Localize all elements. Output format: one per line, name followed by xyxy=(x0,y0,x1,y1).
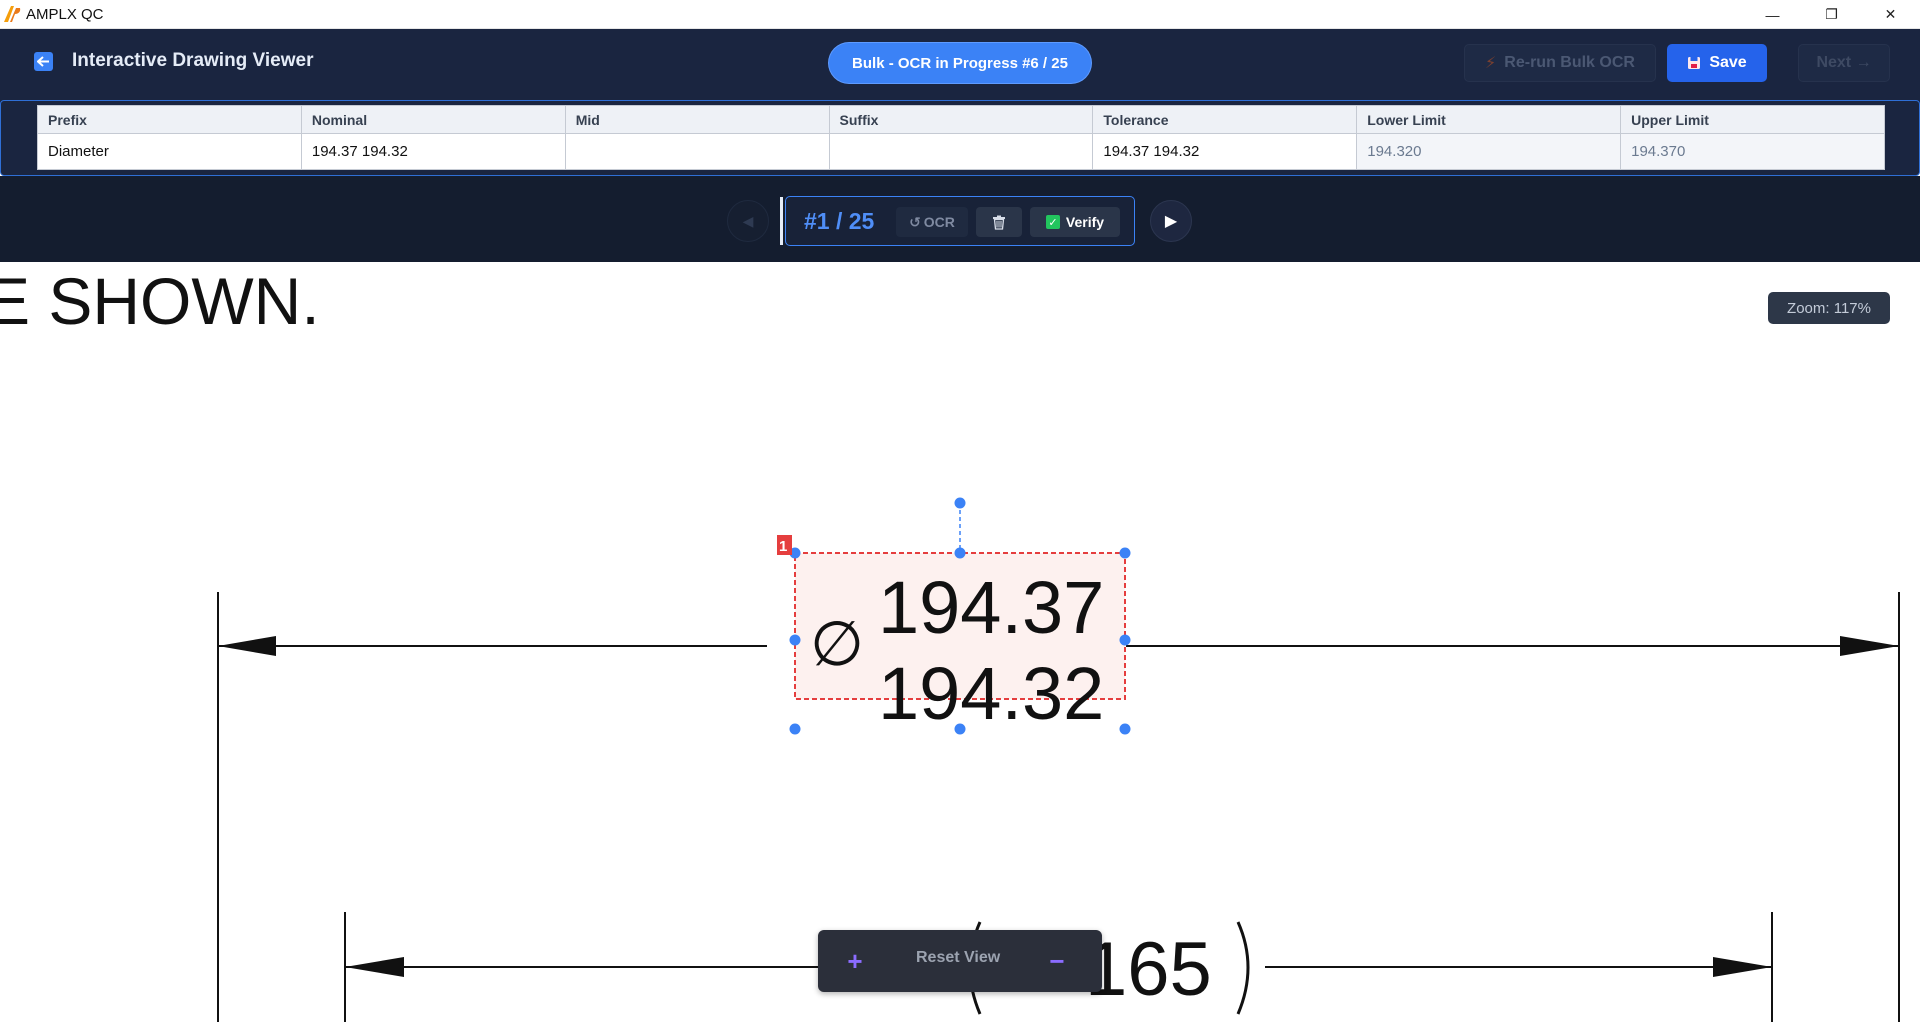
page-title: Interactive Drawing Viewer xyxy=(72,50,314,71)
trash-icon xyxy=(993,215,1005,230)
zoom-toolbar: + Reset View − xyxy=(818,930,1102,992)
ocr-button[interactable]: ↺ OCR xyxy=(896,207,968,237)
prefix-cell[interactable]: Diameter xyxy=(37,133,302,170)
lightning-icon: ⚡ xyxy=(1485,55,1497,72)
rerun-bulk-ocr-button[interactable]: ⚡ Re-run Bulk OCR xyxy=(1464,44,1656,82)
navigator-divider xyxy=(780,197,783,245)
previous-annotation-button[interactable]: ◀ xyxy=(727,200,769,242)
arrowhead-left xyxy=(218,636,276,656)
column-header-mid: Mid xyxy=(564,105,830,134)
column-header-upper-limit: Upper Limit xyxy=(1620,105,1885,134)
annotation-counter: #1 / 25 xyxy=(804,208,875,234)
app-title: AMPLX QC xyxy=(26,5,104,23)
checkbox-icon: ✓ xyxy=(1045,215,1060,229)
technical-drawing: E SHOWN. 1 ∅ 194.37 194.32 165 xyxy=(0,264,1900,1022)
reference-paren-right xyxy=(1236,921,1250,1015)
resize-handle-bottom-right[interactable] xyxy=(1119,723,1131,735)
secondary-arrowhead-left xyxy=(345,957,404,977)
secondary-dimension-value: 165 xyxy=(1085,927,1212,1012)
table-row: Diameter 194.37 194.32 194.37 194.32 194… xyxy=(37,133,1885,170)
table-header-row: Prefix Nominal Mid Suffix Tolerance Lowe… xyxy=(37,105,1885,134)
dimension-upper-value: 194.37 xyxy=(878,566,1104,649)
dimension-fields-table: Prefix Nominal Mid Suffix Tolerance Lowe… xyxy=(37,105,1885,170)
dimension-fields-panel: Prefix Nominal Mid Suffix Tolerance Lowe… xyxy=(0,100,1920,176)
column-header-suffix: Suffix xyxy=(828,105,1094,134)
back-arrow-icon xyxy=(37,56,49,67)
annotation-navigator: ◀ #1 / 25 ↺ OCR ✓ Verify ▶ xyxy=(0,176,1920,262)
column-header-tolerance: Tolerance xyxy=(1092,105,1358,134)
close-window-button[interactable]: ✕ xyxy=(1861,0,1920,29)
tolerance-cell[interactable]: 194.37 194.32 xyxy=(1092,133,1358,170)
bulk-ocr-status-badge: Bulk - OCR in Progress #6 / 25 xyxy=(829,43,1091,83)
zoom-out-button[interactable]: − xyxy=(1040,944,1074,978)
save-label: Save xyxy=(1709,54,1747,71)
zoom-in-button[interactable]: + xyxy=(838,944,872,978)
minimize-button[interactable]: — xyxy=(1743,0,1802,29)
drawing-canvas[interactable]: E SHOWN. 1 ∅ 194.37 194.32 165 Zoom: 117… xyxy=(0,262,1920,1022)
resize-handle-left[interactable] xyxy=(789,634,801,646)
restore-button[interactable]: ❐ xyxy=(1802,0,1861,29)
column-header-lower-limit: Lower Limit xyxy=(1356,105,1622,134)
reset-view-button[interactable]: Reset View xyxy=(916,949,1000,967)
window-titlebar: AMPLX QC — ❐ ✕ xyxy=(0,0,1920,29)
rerun-bulk-ocr-label: Re-run Bulk OCR xyxy=(1504,54,1635,71)
verify-label: Verify xyxy=(1065,214,1105,230)
dimension-lower-value: 194.32 xyxy=(878,652,1104,735)
annotation-controls: #1 / 25 ↺ OCR ✓ Verify xyxy=(785,196,1135,246)
column-header-nominal: Nominal xyxy=(300,105,566,134)
resize-handle-top-right[interactable] xyxy=(1119,547,1131,559)
nominal-cell[interactable]: 194.37 194.32 xyxy=(300,133,566,170)
app-logo-icon xyxy=(2,4,22,24)
refresh-icon: ↺ xyxy=(909,213,921,230)
rotation-handle[interactable] xyxy=(954,497,966,509)
annotation-index-label: 1 xyxy=(779,538,787,555)
mid-cell[interactable] xyxy=(564,133,830,170)
suffix-cell[interactable] xyxy=(828,133,1094,170)
save-button[interactable]: Save xyxy=(1667,44,1767,82)
column-header-prefix: Prefix xyxy=(37,105,302,134)
next-annotation-button[interactable]: ▶ xyxy=(1150,200,1192,242)
back-button[interactable] xyxy=(34,52,53,71)
arrowhead-right xyxy=(1840,636,1899,656)
upper-limit-cell: 194.370 xyxy=(1620,133,1885,170)
verify-button[interactable]: ✓ Verify xyxy=(1030,207,1120,237)
drawing-note-text: E SHOWN. xyxy=(0,264,320,338)
resize-handle-top[interactable] xyxy=(954,547,966,559)
next-button[interactable]: Next → xyxy=(1798,44,1890,82)
window-controls: — ❐ ✕ xyxy=(1743,0,1920,29)
resize-handle-right[interactable] xyxy=(1119,634,1131,646)
lower-limit-cell: 194.320 xyxy=(1356,133,1622,170)
floppy-disk-icon xyxy=(1688,57,1701,69)
secondary-arrowhead-right xyxy=(1713,957,1772,977)
ocr-label: OCR xyxy=(923,214,955,230)
resize-handle-bottom-left[interactable] xyxy=(789,723,801,735)
zoom-level-badge: Zoom: 117% xyxy=(1768,292,1890,324)
delete-annotation-button[interactable] xyxy=(976,207,1022,237)
diameter-symbol: ∅ xyxy=(810,607,864,680)
